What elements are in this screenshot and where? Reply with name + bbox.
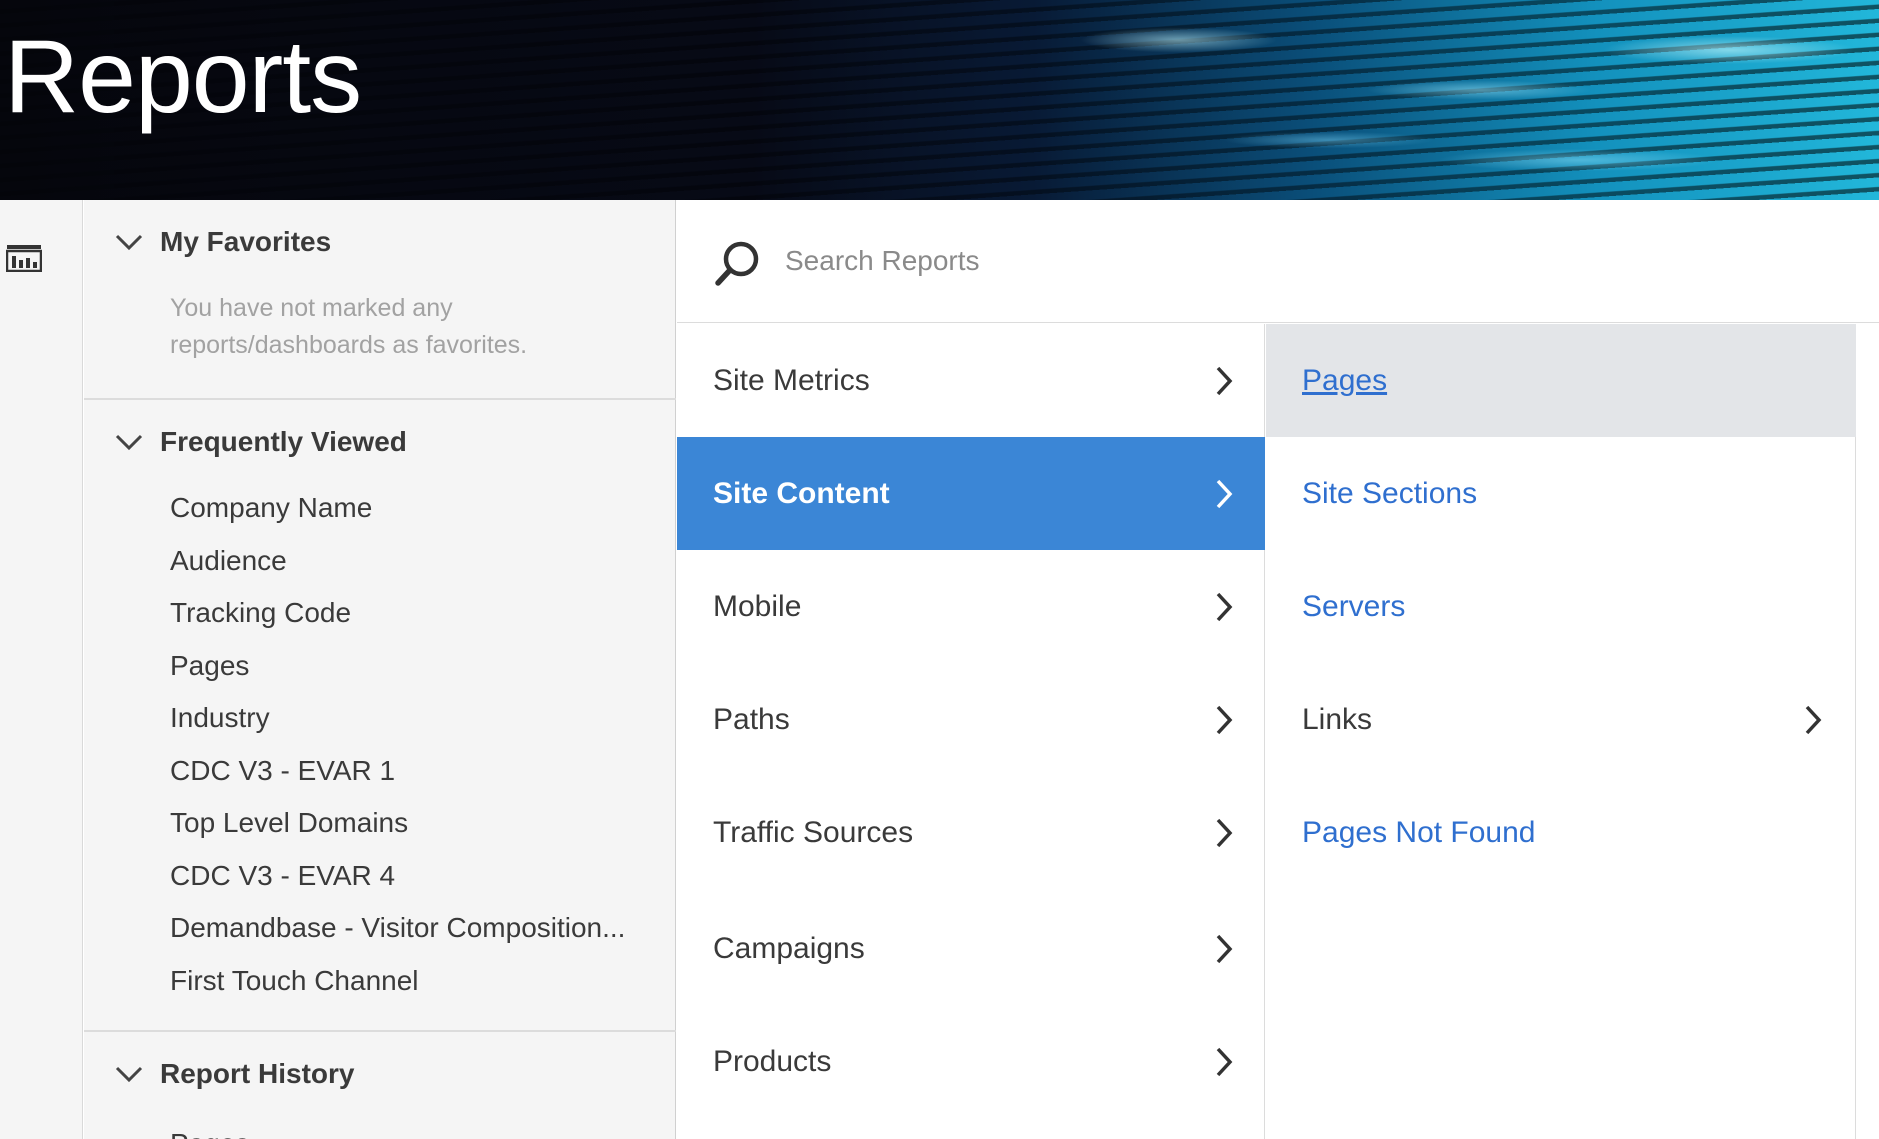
chevron-right-icon [1216,934,1233,963]
chevron-down-icon [115,1066,143,1083]
report-category-column: Site Metrics Site Content Mobile Paths T… [677,324,1265,1139]
frequent-report-link[interactable]: CDC V3 - EVAR 4 [170,850,625,903]
frequent-report-link[interactable]: Audience [170,535,625,588]
frequent-report-link[interactable]: Pages [170,640,625,693]
report-link-label: Pages [1302,363,1388,397]
report-link-label: Site Sections [1302,476,1478,510]
favorites-heading: My Favorites [160,226,332,257]
category-campaigns[interactable]: Campaigns [677,892,1265,1005]
subcategory-links[interactable]: Links [1266,663,1856,776]
favorites-empty-line-2: reports/dashboards as favorites. [170,331,528,359]
report-link-site-sections[interactable]: Site Sections [1266,437,1856,550]
icon-rail [0,200,83,1139]
frequent-report-link[interactable]: CDC V3 - EVAR 1 [170,745,625,798]
category-mobile[interactable]: Mobile [677,550,1265,663]
frequent-report-link[interactable]: First Touch Channel [170,955,625,1008]
category-label: Site Metrics [713,363,870,397]
category-label: Mobile [713,589,802,623]
category-site-metrics[interactable]: Site Metrics [677,324,1265,437]
favorites-empty-message: You have not marked any reports/dashboar… [170,290,590,364]
search-icon [715,241,759,286]
category-label: Campaigns [713,931,865,965]
search-reports-input[interactable] [785,236,1485,286]
category-label: Paths [713,702,790,736]
chevron-right-icon [1216,592,1233,621]
frequently-viewed-section: Frequently Viewed Company Name Audience … [84,400,676,1032]
frequent-report-link[interactable]: Company Name [170,482,625,535]
favorites-section: My Favorites You have not marked any rep… [84,200,676,400]
page-title: Reports [4,19,362,135]
page-header: Reports [0,0,1879,200]
chevron-down-icon [115,234,143,251]
report-history-heading: Report History [160,1058,355,1089]
report-grid-icon[interactable] [5,242,43,273]
chevron-right-icon [1216,818,1233,847]
chevron-right-icon [1805,705,1822,734]
subcategory-label: Links [1302,702,1373,736]
chevron-down-icon [115,434,143,451]
category-paths[interactable]: Paths [677,663,1265,776]
category-traffic-sources[interactable]: Traffic Sources [677,776,1265,889]
report-history-section: Report History Pages [84,1032,676,1139]
category-label: Products [713,1044,832,1078]
frequent-report-link[interactable]: Demandbase - Visitor Composition... [170,902,625,955]
report-link-pages-not-found[interactable]: Pages Not Found [1266,776,1856,889]
history-report-link[interactable]: Pages [170,1124,249,1139]
category-site-content[interactable]: Site Content [677,437,1265,550]
left-panel: My Favorites You have not marked any rep… [84,200,676,1139]
frequently-viewed-list: Company Name Audience Tracking Code Page… [170,482,625,1007]
frequent-report-link[interactable]: Top Level Domains [170,797,625,850]
report-history-toggle[interactable]: Report History [114,1054,354,1094]
header-banner-image [879,0,1879,200]
frequently-viewed-toggle[interactable]: Frequently Viewed [114,422,407,462]
chevron-right-icon [1216,705,1233,734]
report-link-servers[interactable]: Servers [1266,550,1856,663]
report-link-label: Servers [1302,589,1406,623]
chevron-right-icon [1216,479,1233,508]
chevron-right-icon [1216,366,1233,395]
report-link-label: Pages Not Found [1302,815,1536,849]
favorites-toggle[interactable]: My Favorites [114,222,331,262]
report-subcategory-column: Pages Site Sections Servers Links Pages … [1266,324,1856,1139]
chevron-right-icon [1216,1047,1233,1076]
category-label: Site Content [713,476,890,510]
favorites-empty-line-1: You have not marked any [170,294,453,322]
category-products[interactable]: Products [677,1005,1265,1118]
frequently-viewed-heading: Frequently Viewed [160,426,407,457]
report-link-pages[interactable]: Pages [1266,324,1856,437]
next-column-edge [1857,324,1879,1139]
category-label: Traffic Sources [713,815,914,849]
frequent-report-link[interactable]: Industry [170,692,625,745]
search-bar [677,200,1879,323]
frequent-report-link[interactable]: Tracking Code [170,587,625,640]
